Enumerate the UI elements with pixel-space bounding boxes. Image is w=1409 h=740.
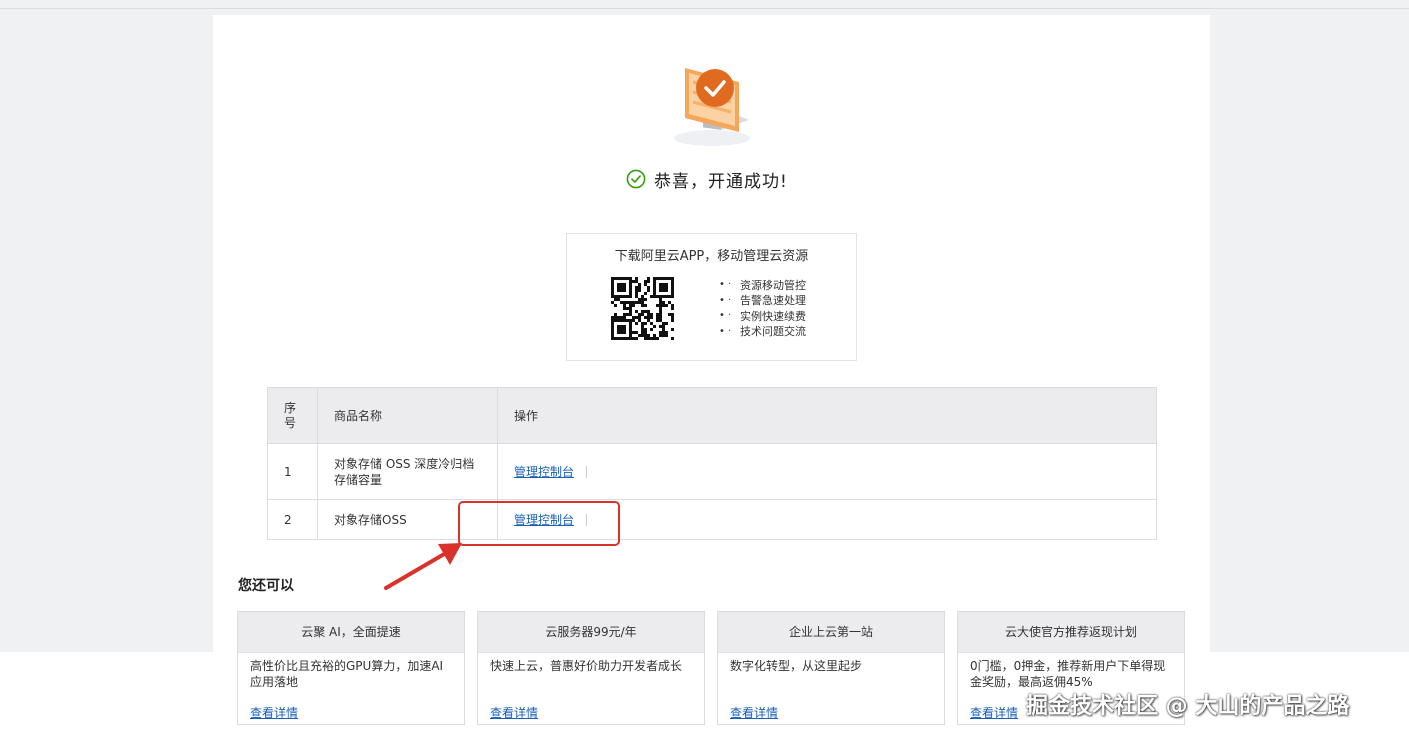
table-row: 2 对象存储OSS 管理控制台 xyxy=(267,499,1157,540)
product-table: 序号 商品名称 操作 1 对象存储 OSS 深度冷归档存储容量 管理控制台 2 … xyxy=(267,387,1157,540)
promo-card-title: 云聚 AI，全面提速 xyxy=(238,612,464,653)
action-divider xyxy=(586,465,588,478)
view-details-link[interactable]: 查看详情 xyxy=(250,704,298,721)
column-header-action: 操作 xyxy=(497,387,1157,444)
more-section-title: 您还可以 xyxy=(238,578,294,594)
monitor-check-icon xyxy=(674,68,750,146)
view-details-link[interactable]: 查看详情 xyxy=(730,704,778,721)
promo-card-desc: 快速上云，普惠好价助力开发者成长 xyxy=(490,659,683,673)
column-header-seq: 序号 xyxy=(267,387,318,444)
app-download-box: 下载阿里云APP，移动管理云资源 • · 资源移动管控 • · 告警急速处理 • · 实例快… xyxy=(566,233,857,361)
promo-card-title: 云大使官方推荐返现计划 xyxy=(958,612,1184,653)
check-circle-icon xyxy=(626,169,646,189)
success-message: 恭喜，开通成功! xyxy=(626,167,788,192)
row-product-name: 对象存储 OSS 深度冷归档存储容量 xyxy=(317,443,498,500)
promo-card-title: 企业上云第一站 xyxy=(718,612,944,653)
qr-code-icon[interactable] xyxy=(611,277,674,340)
row-seq: 2 xyxy=(267,499,318,540)
row-action-cell: 管理控制台 xyxy=(497,443,1157,500)
promo-card: 云服务器99元/年 快速上云，普惠好价助力开发者成长 查看详情 xyxy=(477,611,705,725)
table-header-row: 序号 商品名称 操作 xyxy=(267,387,1157,444)
view-details-link[interactable]: 查看详情 xyxy=(490,704,538,721)
success-text: 恭喜，开通成功! xyxy=(654,171,788,192)
promo-card: 企业上云第一站 数字化转型，从这里起步 查看详情 xyxy=(717,611,945,725)
feature-item: • · 技术问题交流 xyxy=(719,325,806,339)
annotation-highlight-box xyxy=(458,501,620,546)
promo-card-desc: 高性价比且充裕的GPU算力，加速AI应用落地 xyxy=(250,659,444,689)
console-link[interactable]: 管理控制台 xyxy=(514,465,574,479)
row-seq: 1 xyxy=(267,443,318,500)
feature-list: • · 资源移动管控 • · 告警急速处理 • · 实例快速续费 • · 技术问题交流 xyxy=(719,277,806,339)
feature-item: • · 资源移动管控 xyxy=(719,278,806,292)
watermark: 掘金技术社区 @ 大山的产品之路 xyxy=(1026,694,1350,719)
app-download-title: 下载阿里云APP，移动管理云资源 xyxy=(614,249,809,264)
promo-card-title: 云服务器99元/年 xyxy=(478,612,704,653)
annotation-arrow-icon xyxy=(384,543,462,590)
promo-card: 云聚 AI，全面提速 高性价比且充裕的GPU算力，加速AI应用落地 查看详情 xyxy=(237,611,465,725)
column-header-name: 商品名称 xyxy=(317,387,498,444)
top-divider xyxy=(0,8,1409,9)
feature-item: • · 告警急速处理 xyxy=(719,294,806,308)
feature-item: • · 实例快速续费 xyxy=(719,309,806,323)
promo-card-desc: 数字化转型，从这里起步 xyxy=(730,659,863,673)
table-row: 1 对象存储 OSS 深度冷归档存储容量 管理控制台 xyxy=(267,443,1157,500)
view-details-link[interactable]: 查看详情 xyxy=(970,704,1018,721)
